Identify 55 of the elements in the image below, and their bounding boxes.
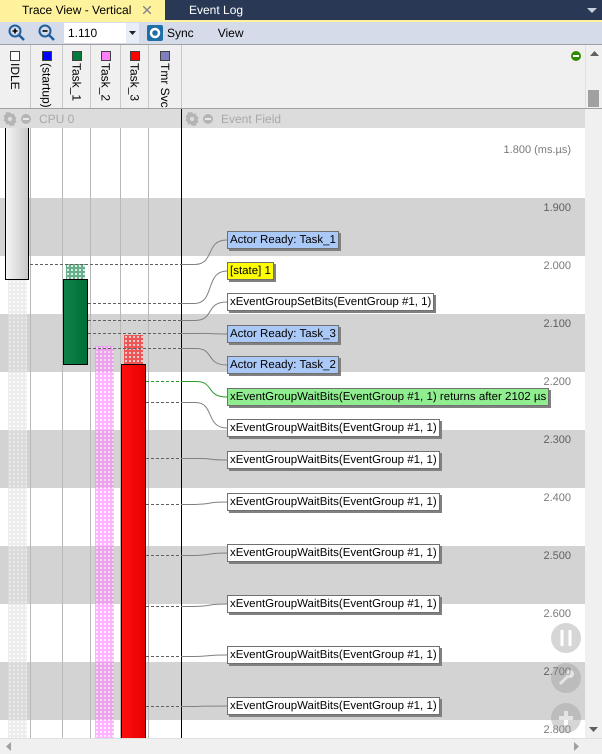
column-label[interactable]: Task_1 <box>70 63 82 102</box>
time-label: 1.800 (ms.µs) <box>504 143 571 158</box>
dropdown-caret-icon <box>129 31 136 35</box>
time-label: 2.600 <box>543 607 571 622</box>
ready-period-bar[interactable] <box>66 264 85 279</box>
settings-icon[interactable] <box>185 112 199 126</box>
close-icon[interactable] <box>143 6 151 14</box>
collapse-icon[interactable] <box>571 51 581 61</box>
zoom-out-icon[interactable] <box>38 24 56 42</box>
event-label[interactable]: [state] 1 <box>227 262 274 280</box>
tab[interactable]: Event Log <box>165 0 295 20</box>
time-label: 2.000 <box>543 259 571 274</box>
event-label[interactable]: Actor Ready: Task_1 <box>227 231 339 249</box>
event-label[interactable]: xEventGroupWaitBits(EventGroup #1, 1) <box>227 493 440 511</box>
time-label: 2.400 <box>543 491 571 506</box>
settings-icon[interactable] <box>3 112 17 126</box>
time-label: 2.200 <box>543 375 571 390</box>
scroll-right-icon[interactable] <box>574 742 579 751</box>
column-label[interactable]: Task_3 <box>128 63 140 102</box>
scroll-down-icon[interactable] <box>589 727 598 732</box>
scroll-left-icon[interactable] <box>6 742 11 751</box>
time-label: 2.800 <box>543 723 571 738</box>
event-label[interactable]: xEventGroupSetBits(EventGroup #1, 1) <box>227 293 434 311</box>
tab[interactable]: Trace View - Vertical <box>0 0 165 20</box>
event-label[interactable]: xEventGroupWaitBits(EventGroup #1, 1) <box>227 419 440 437</box>
event-label[interactable]: xEventGroupWaitBits(EventGroup #1, 1) returns after 2102 µs <box>227 388 550 406</box>
sync-button[interactable]: Sync <box>147 24 194 42</box>
execution-bar[interactable] <box>5 128 29 280</box>
time-label: 2.700 <box>543 665 571 680</box>
column-label[interactable]: (startup) <box>40 63 52 108</box>
zoom-combobox[interactable]: 1.110 <box>64 23 139 43</box>
time-label: 2.300 <box>543 433 571 448</box>
event-label[interactable]: xEventGroupWaitBits(EventGroup #1, 1) <box>227 697 440 715</box>
time-label: 2.100 <box>543 317 571 332</box>
dropdown-caret-icon[interactable] <box>587 8 597 13</box>
ready-period-bar[interactable] <box>124 335 143 364</box>
column-label[interactable]: Task_2 <box>100 63 112 102</box>
event-label[interactable]: Actor Ready: Task_3 <box>227 325 339 343</box>
scrollbar-thumb[interactable] <box>588 90 599 107</box>
event-label[interactable]: xEventGroupWaitBits(EventGroup #1, 1) <box>227 451 440 469</box>
event-label[interactable]: xEventGroupWaitBits(EventGroup #1, 1) <box>227 646 440 664</box>
horizontal-scrollbar[interactable] <box>0 738 602 754</box>
scroll-up-icon[interactable] <box>590 51 599 56</box>
event-label[interactable]: Actor Ready: Task_2 <box>227 356 339 374</box>
view-menu[interactable]: View <box>218 24 244 42</box>
column-label[interactable]: IDLE <box>9 63 21 90</box>
event-label[interactable]: xEventGroupWaitBits(EventGroup #1, 1) <box>227 544 440 562</box>
event-label[interactable]: xEventGroupWaitBits(EventGroup #1, 1) <box>227 595 440 613</box>
zoom-in-icon[interactable] <box>8 24 26 42</box>
sync-label: Sync <box>167 25 194 42</box>
sync-icon <box>147 25 163 41</box>
zoom-value: 1.110 <box>67 25 98 42</box>
time-label: 2.500 <box>543 549 571 564</box>
column-label[interactable]: Tmr Svc <box>159 63 171 108</box>
time-label: 1.900 <box>543 201 571 216</box>
